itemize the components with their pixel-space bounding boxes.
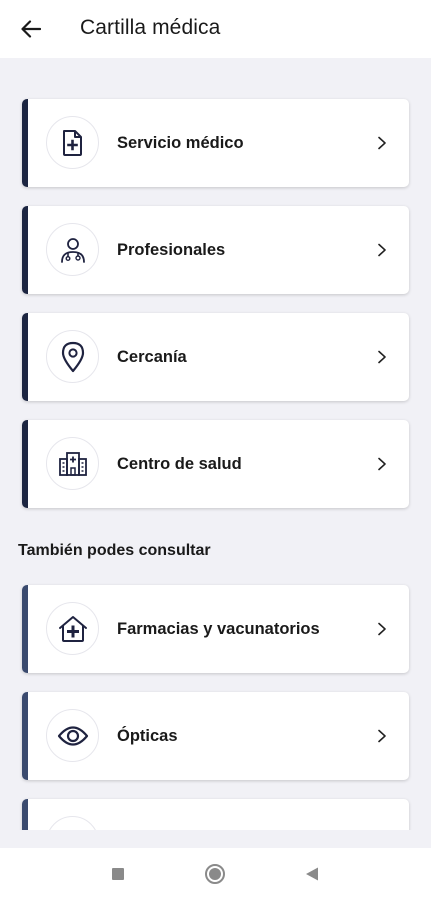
system-nav-bar xyxy=(0,848,431,900)
partial-icon xyxy=(58,828,88,831)
chevron-right-icon xyxy=(375,349,389,365)
card-accent xyxy=(22,99,28,187)
card-accent xyxy=(22,585,28,673)
menu-item-label: Profesionales xyxy=(117,241,226,259)
location-pin-icon xyxy=(61,341,84,372)
chevron-right-icon xyxy=(375,728,389,744)
back-button[interactable] xyxy=(14,13,48,45)
icon-badge xyxy=(46,116,99,169)
triangle-back-icon xyxy=(306,867,318,881)
home-button[interactable] xyxy=(203,862,227,886)
icon-badge xyxy=(46,223,99,276)
icon-badge xyxy=(46,330,99,383)
hospital-building-icon xyxy=(58,451,87,476)
menu-item-label: Ópticas xyxy=(117,727,178,745)
doctor-icon xyxy=(60,237,85,263)
arrow-left-icon xyxy=(21,20,41,38)
content-area[interactable]: Servicio médico Profesionales Cercanía C… xyxy=(0,58,431,830)
pharmacy-house-icon xyxy=(58,615,87,642)
menu-item-profesionales[interactable]: Profesionales xyxy=(22,206,409,294)
back-nav-button[interactable] xyxy=(300,862,324,886)
menu-item-opticas[interactable]: Ópticas xyxy=(22,692,409,780)
card-accent xyxy=(22,420,28,508)
chevron-right-icon xyxy=(375,135,389,151)
menu-item-label: Centro de salud xyxy=(117,455,242,473)
menu-item-servicio-medico[interactable]: Servicio médico xyxy=(22,99,409,187)
page-title: Cartilla médica xyxy=(80,16,221,39)
icon-badge xyxy=(46,816,99,830)
eye-icon xyxy=(57,725,88,746)
card-accent xyxy=(22,799,28,830)
medical-document-icon xyxy=(62,129,82,156)
menu-item-farmacias[interactable]: Farmacias y vacunatorios xyxy=(22,585,409,673)
menu-item-label: Cercanía xyxy=(117,348,187,366)
chevron-right-icon xyxy=(375,242,389,258)
menu-item-label: Farmacias y vacunatorios xyxy=(117,620,320,638)
menu-item-cercania[interactable]: Cercanía xyxy=(22,313,409,401)
section-title: También podes consultar xyxy=(18,542,211,559)
circle-icon xyxy=(205,864,225,884)
recents-button[interactable] xyxy=(106,862,130,886)
menu-item-partial[interactable] xyxy=(22,799,409,830)
menu-item-label: Servicio médico xyxy=(117,134,244,152)
app-bar: Cartilla médica xyxy=(0,0,431,58)
card-accent xyxy=(22,692,28,780)
icon-badge xyxy=(46,709,99,762)
chevron-right-icon xyxy=(375,621,389,637)
menu-item-centro-de-salud[interactable]: Centro de salud xyxy=(22,420,409,508)
square-icon xyxy=(112,868,124,880)
icon-badge xyxy=(46,602,99,655)
chevron-right-icon xyxy=(375,456,389,472)
card-accent xyxy=(22,206,28,294)
card-accent xyxy=(22,313,28,401)
icon-badge xyxy=(46,437,99,490)
